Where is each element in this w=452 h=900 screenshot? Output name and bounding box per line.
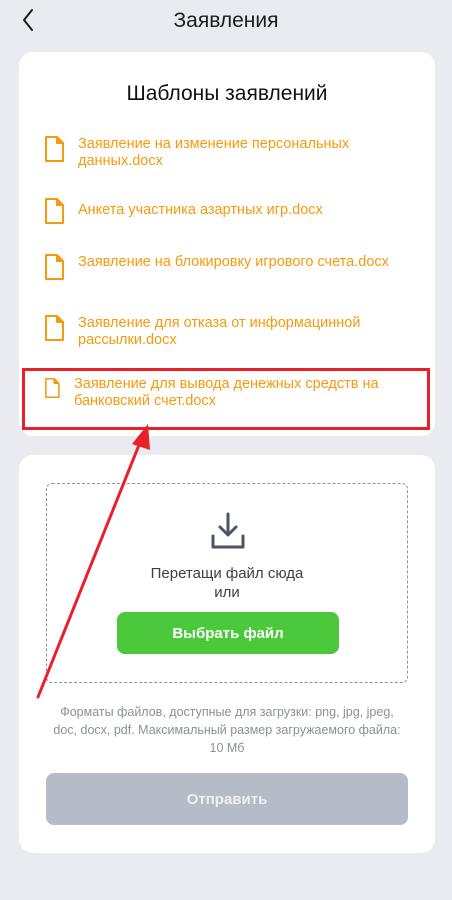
template-label: Заявление на изменение персональных данн…	[78, 136, 350, 169]
template-label: Заявление для вывода денежных средств на…	[74, 376, 379, 409]
formats-note: Форматы файлов, доступные для загрузки: …	[53, 705, 401, 755]
templates-title: Шаблоны заявлений	[126, 82, 328, 105]
template-label: Заявление на блокировку игрового счета.d…	[78, 254, 389, 270]
document-icon	[45, 136, 64, 162]
template-label: Анкета участника азартных игр.docx	[78, 202, 323, 218]
upload-card: Перетащи файл сюда или Выбрать файл Форм…	[19, 455, 435, 853]
template-item-withdrawal-to-bank[interactable]: Заявление для вывода денежных средств на…	[44, 376, 419, 410]
document-icon	[45, 198, 64, 224]
page-title: Заявления	[173, 9, 279, 32]
template-item-personal-data[interactable]: Заявление на изменение персональных данн…	[44, 136, 419, 170]
template-item-account-block[interactable]: Заявление на блокировку игрового счета.d…	[44, 254, 419, 280]
download-icon	[211, 512, 245, 549]
document-icon	[45, 254, 64, 280]
template-item-newsletter-optout[interactable]: Заявление для отказа от информацинной ра…	[44, 315, 419, 349]
submit-button[interactable]: Отправить	[46, 773, 408, 825]
header: Заявления	[0, 0, 452, 44]
template-item-gambling-form[interactable]: Анкета участника азартных игр.docx	[44, 198, 419, 224]
drop-hint: Перетащи файл сюда	[150, 565, 304, 582]
document-icon	[45, 315, 64, 341]
file-dropzone[interactable]: Перетащи файл сюда или Выбрать файл	[46, 483, 408, 683]
templates-card: Шаблоны заявлений Заявление на изменение…	[19, 52, 435, 436]
select-file-button[interactable]: Выбрать файл	[117, 612, 339, 654]
template-label: Заявление для отказа от информацинной ра…	[78, 315, 361, 348]
document-icon	[45, 378, 60, 398]
drop-or: или	[214, 584, 240, 601]
